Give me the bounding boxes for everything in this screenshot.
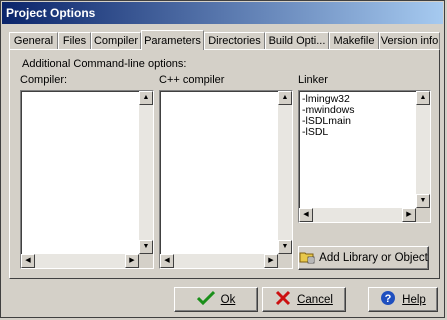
help-button[interactable]: ? Help [368, 287, 438, 312]
question-icon: ? [380, 290, 396, 309]
linker-options-textbox[interactable]: -lmingw32 -mwindows -lSDLmain -lSDL ▲ ▼ … [298, 90, 431, 223]
scroll-right-icon[interactable]: ▶ [264, 254, 278, 268]
vertical-scrollbar[interactable]: ▲ ▼ [139, 91, 153, 254]
scroll-up-icon[interactable]: ▲ [139, 91, 153, 105]
svg-text:?: ? [385, 293, 392, 305]
help-label: Help [402, 293, 426, 306]
tab-general[interactable]: General [9, 32, 58, 49]
scroll-corner [278, 254, 292, 268]
tab-label: Compiler [93, 35, 138, 47]
scroll-up-icon[interactable]: ▲ [416, 91, 430, 105]
scroll-up-icon[interactable]: ▲ [278, 91, 292, 105]
tab-label: Build Opti... [268, 35, 326, 47]
ok-label: Ok [220, 293, 236, 306]
tab-label: Version info [380, 35, 439, 47]
tab-label: General [13, 35, 54, 47]
tab-compiler[interactable]: Compiler [91, 32, 141, 49]
scroll-down-icon[interactable]: ▼ [278, 240, 292, 254]
scroll-down-icon[interactable]: ▼ [416, 194, 430, 208]
list-item: -lSDL [302, 126, 329, 138]
folder-add-icon [299, 250, 315, 267]
tab-version-info[interactable]: Version info [379, 32, 440, 49]
scroll-down-icon[interactable]: ▼ [139, 240, 153, 254]
horizontal-scrollbar[interactable]: ◀ ▶ [160, 254, 278, 268]
horizontal-scrollbar[interactable]: ◀ ▶ [299, 208, 416, 222]
horizontal-scrollbar[interactable]: ◀ ▶ [21, 254, 139, 268]
cpp-compiler-options-textbox[interactable]: ▲ ▼ ◀ ▶ [159, 90, 293, 269]
tab-files[interactable]: Files [58, 32, 91, 49]
tab-build-options[interactable]: Build Opti... [265, 32, 329, 49]
project-options-dialog: Project Options General Files Compiler P… [0, 0, 445, 318]
cancel-label: Cancel [297, 293, 333, 306]
cpp-compiler-label: C++ compiler [159, 74, 225, 86]
add-library-button[interactable]: Add Library or Object [298, 246, 429, 270]
tab-label: Directories [208, 35, 261, 47]
scroll-corner [416, 208, 430, 222]
ok-button[interactable]: Ok [174, 287, 258, 312]
check-icon [196, 290, 215, 309]
tab-label: Files [62, 35, 87, 47]
tab-label: Parameters [144, 35, 201, 47]
cancel-button[interactable]: Cancel [262, 287, 346, 312]
linker-items: -lmingw32 -mwindows -lSDLmain -lSDL [302, 94, 355, 138]
cross-icon [275, 290, 291, 309]
window-title: Project Options [2, 2, 443, 24]
scroll-right-icon[interactable]: ▶ [402, 208, 416, 222]
tab-label: Makefile [333, 35, 375, 47]
add-library-label: Add Library or Object [319, 252, 428, 264]
tab-directories[interactable]: Directories [204, 32, 265, 49]
compiler-options-textbox[interactable]: ▲ ▼ ◀ ▶ [20, 90, 154, 269]
vertical-scrollbar[interactable]: ▲ ▼ [278, 91, 292, 254]
scroll-corner [139, 254, 153, 268]
scroll-left-icon[interactable]: ◀ [160, 254, 174, 268]
tab-makefile[interactable]: Makefile [329, 32, 379, 49]
tab-parameters[interactable]: Parameters [141, 30, 204, 50]
panel-heading: Additional Command-line options: [22, 58, 187, 70]
scroll-right-icon[interactable]: ▶ [125, 254, 139, 268]
vertical-scrollbar[interactable]: ▲ ▼ [416, 91, 430, 208]
compiler-label: Compiler: [20, 74, 68, 86]
scroll-left-icon[interactable]: ◀ [21, 254, 35, 268]
linker-label: Linker [298, 74, 328, 86]
parameters-panel: Additional Command-line options: Compile… [9, 49, 440, 279]
scroll-left-icon[interactable]: ◀ [299, 208, 313, 222]
